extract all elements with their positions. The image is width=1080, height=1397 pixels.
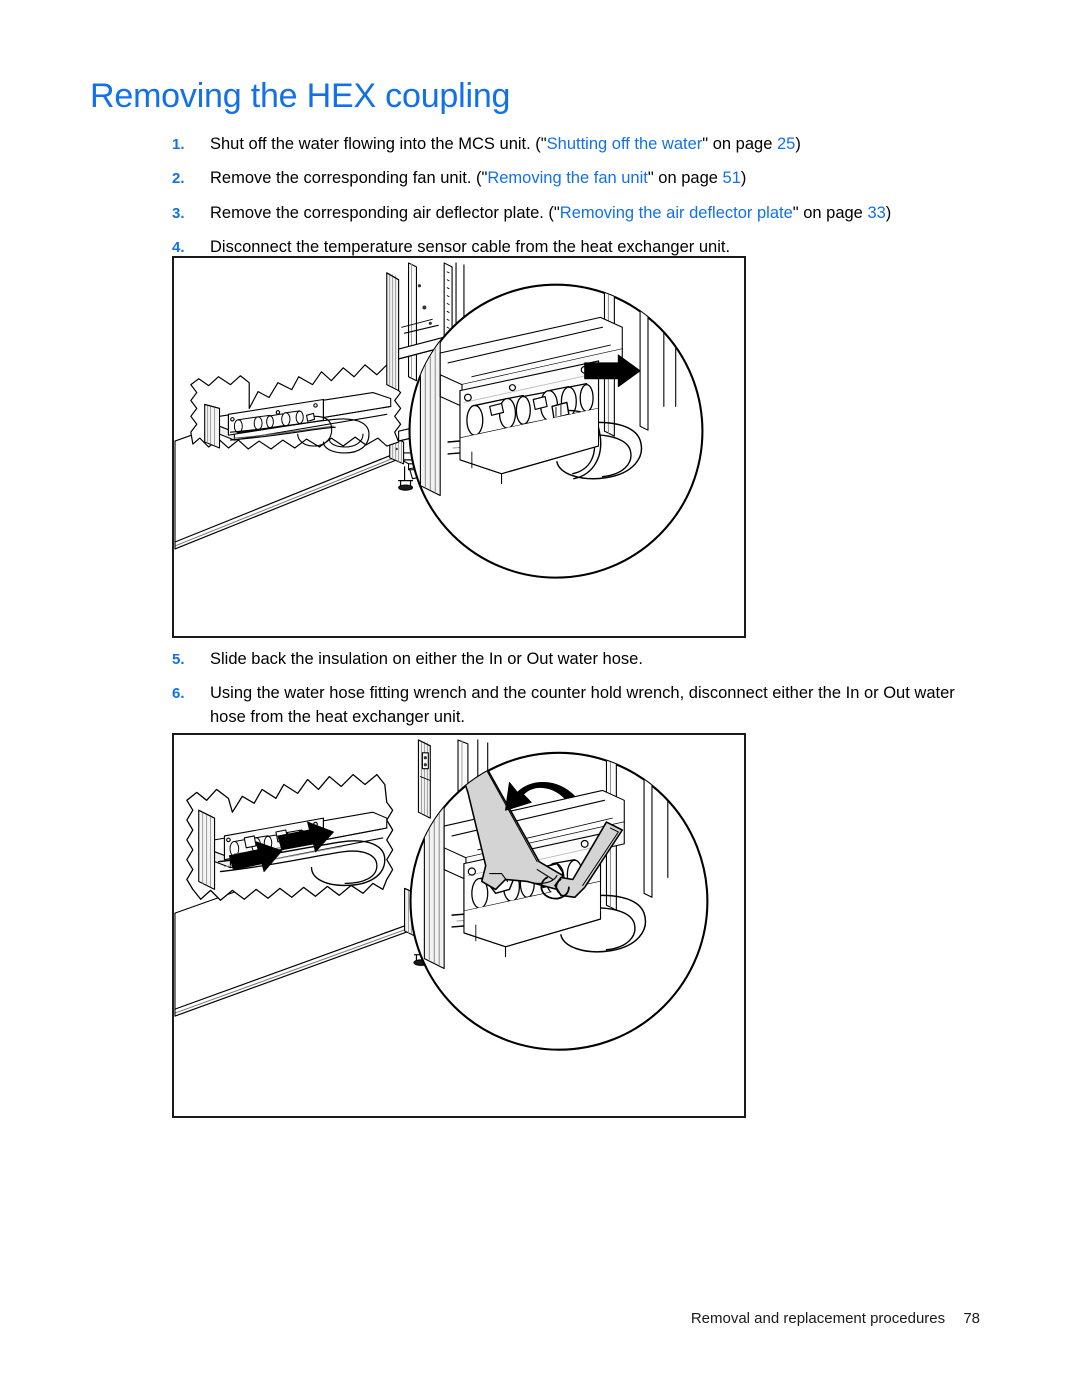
step-text: Remove the corresponding air deflector p… <box>210 202 972 225</box>
step-number: 1. <box>172 136 185 153</box>
list-item: 1. Shut off the water flowing into the M… <box>172 133 972 156</box>
cross-reference-link[interactable]: Removing the fan unit <box>487 169 648 187</box>
technical-line-drawing-1 <box>174 262 704 579</box>
page-reference-number[interactable]: 33 <box>867 204 885 222</box>
list-item: 5. Slide back the insulation on either t… <box>172 648 972 671</box>
step-number: 2. <box>172 170 185 188</box>
footer-page-number: 78 <box>963 1310 980 1327</box>
procedure-steps-list-2: 5. Slide back the insulation on either t… <box>172 648 972 729</box>
step-text-after: ) <box>740 169 747 188</box>
step-text: Remove the corresponding fan unit. ("Rem… <box>210 167 972 190</box>
step-text: Slide back the insulation on either the … <box>210 650 643 668</box>
figure-water-hose-wrench <box>172 733 746 1118</box>
step-text-before: Shut off the water flowing into the MCS … <box>210 135 547 153</box>
cross-reference-link[interactable]: Removing the air deflector plate <box>560 204 793 222</box>
step-text-before: Remove the corresponding fan unit. (" <box>210 169 488 188</box>
step-text: Using the water hose fitting wrench and … <box>210 684 955 726</box>
figure-temperature-sensor-cable <box>172 256 746 638</box>
page-title: Removing the HEX coupling <box>90 77 511 115</box>
footer-chapter-title: Removal and replacement procedures <box>690 1310 946 1327</box>
step-text-after: ) <box>885 203 892 222</box>
page-reference-number[interactable]: 25 <box>777 135 795 153</box>
technical-line-drawing-2 <box>174 739 709 1051</box>
step-text: Shut off the water flowing into the MCS … <box>210 133 972 156</box>
list-item: 2. Remove the corresponding fan unit. ("… <box>172 167 972 190</box>
step-text-after: ) <box>795 135 801 153</box>
step-text-before: Remove the corresponding air deflector p… <box>210 203 560 222</box>
list-item: 3. Remove the corresponding air deflecto… <box>172 202 972 225</box>
step-text-mid: " on page <box>702 135 777 153</box>
page-reference-number[interactable]: 51 <box>723 169 741 187</box>
page-footer: Removal and replacement procedures 78 <box>0 1310 1080 1327</box>
step-number: 6. <box>172 685 185 703</box>
list-item: 6. Using the water hose fitting wrench a… <box>172 682 972 729</box>
procedure-steps-list-1: 1. Shut off the water flowing into the M… <box>172 133 972 260</box>
step-number: 5. <box>172 651 185 668</box>
cross-reference-link[interactable]: Shutting off the water <box>547 135 703 153</box>
step-number: 3. <box>172 204 185 222</box>
step-text-mid: " on page <box>647 169 723 188</box>
document-page: Removing the HEX coupling 1. Shut off th… <box>0 0 1080 1397</box>
step-text-mid: " on page <box>792 203 868 222</box>
